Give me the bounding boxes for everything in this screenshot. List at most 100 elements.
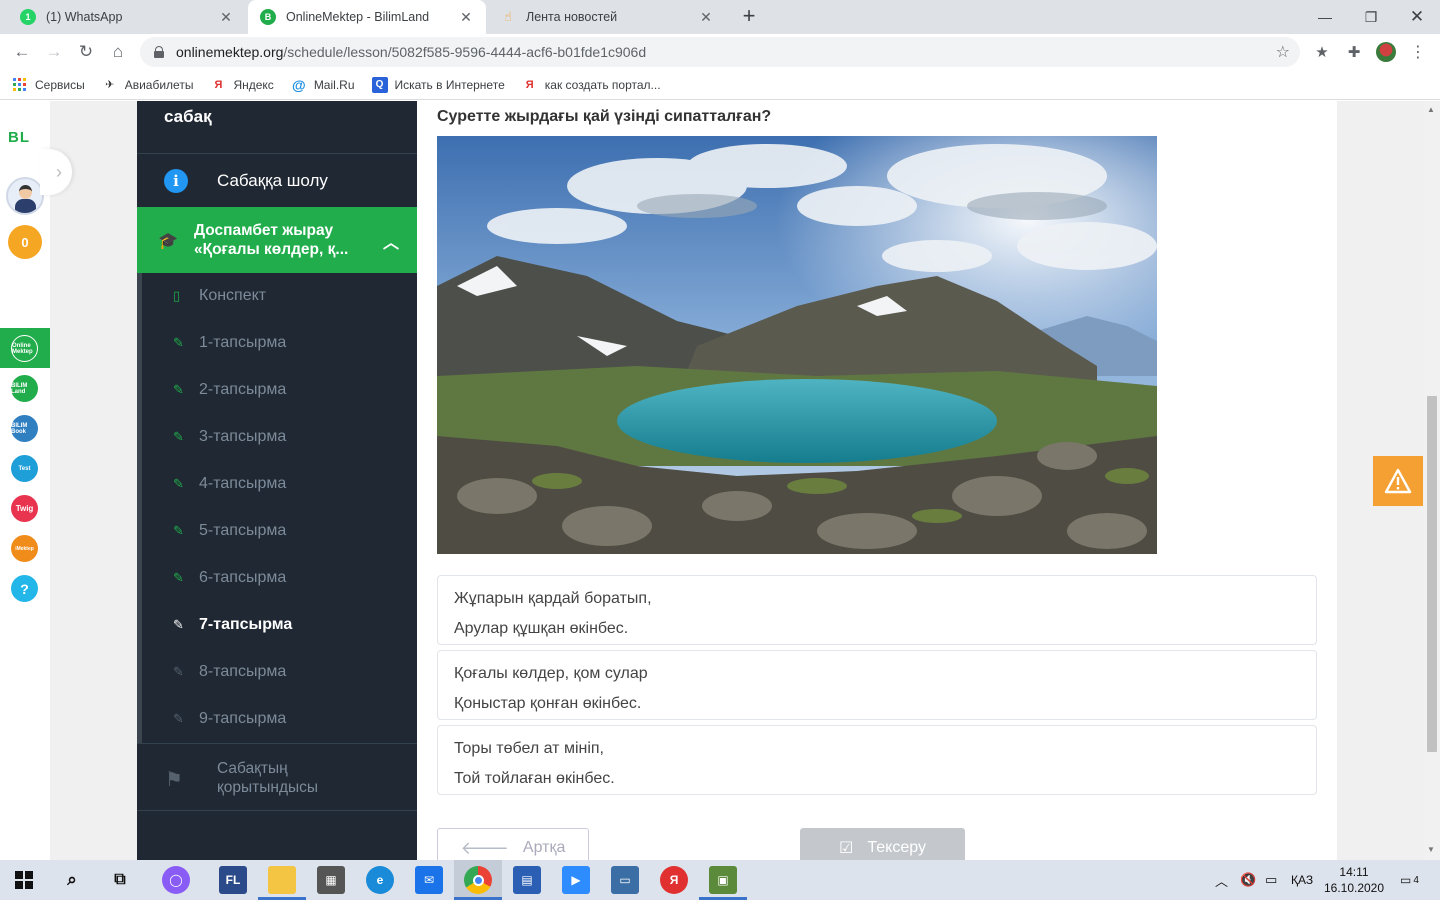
overview-label: Сабаққа шолу bbox=[217, 171, 328, 190]
lesson-item-task-4[interactable]: ✎ 4-тапсырма bbox=[173, 474, 286, 494]
reload-icon[interactable]: ↻ bbox=[74, 40, 98, 64]
lesson-topic-item[interactable]: 🎓 Доспамбет жырау «Қоғалы көлдер, қ... ︿ bbox=[142, 207, 417, 273]
chevron-up-icon[interactable]: ︿ bbox=[383, 229, 399, 253]
bookmark-services[interactable]: Сервисы bbox=[12, 77, 85, 93]
search-icon[interactable]: ⌕ bbox=[58, 866, 86, 894]
edit-icon: ✎ bbox=[173, 711, 184, 726]
progress-track bbox=[137, 273, 142, 743]
tab-close-icon[interactable]: ✕ bbox=[458, 9, 474, 26]
check-button[interactable]: ☑ Тексеру bbox=[800, 828, 965, 860]
mail-icon[interactable]: ✉ bbox=[415, 866, 443, 894]
bilimland-logo[interactable]: BL bbox=[8, 129, 30, 146]
edit-icon: ✎ bbox=[173, 570, 184, 585]
zoom-icon[interactable]: ▶ bbox=[562, 866, 590, 894]
store-icon[interactable]: ▦ bbox=[317, 866, 345, 894]
bookmark-label: как создать портал... bbox=[544, 77, 661, 92]
onlinemektep-app-icon[interactable]: Online Mektep bbox=[11, 335, 38, 362]
answer-option-1[interactable]: Жұпарын қардай боратып, Арулар құшқан өк… bbox=[437, 575, 1317, 645]
address-bar[interactable]: onlinemektep.org/schedule/lesson/5082f58… bbox=[140, 37, 1300, 67]
lesson-item-task-1[interactable]: ✎ 1-тапсырма bbox=[173, 333, 286, 353]
profile-avatar[interactable] bbox=[1376, 42, 1396, 62]
lesson-item-task-8[interactable]: ✎ 8-тапсырма bbox=[173, 662, 286, 682]
bookmark-portal[interactable]: Я как создать портал... bbox=[522, 77, 661, 93]
page-scrollbar[interactable]: ▲ ▼ bbox=[1424, 101, 1440, 860]
whatsapp-favicon-icon: 1 bbox=[20, 9, 36, 25]
menu-kebab-icon[interactable]: ⋮ bbox=[1408, 42, 1428, 62]
windows-start-icon[interactable] bbox=[10, 866, 38, 894]
task-view-icon[interactable]: ⧉ bbox=[106, 866, 134, 894]
yandex-icon: Я bbox=[214, 78, 223, 91]
system-clock[interactable]: 14:11 16.10.2020 bbox=[1320, 864, 1388, 896]
item-label: 3-тапсырма bbox=[199, 428, 287, 445]
speaker-muted-icon[interactable]: 🔇 bbox=[1240, 860, 1256, 900]
lesson-item-task-3[interactable]: ✎ 3-тапсырма bbox=[173, 427, 286, 447]
option-line: Жұпарын қардай боратып, bbox=[454, 590, 652, 607]
back-button[interactable]: 🡐 Артқа bbox=[437, 828, 589, 860]
tab-close-icon[interactable]: ✕ bbox=[698, 9, 714, 26]
chrome-icon[interactable] bbox=[464, 866, 492, 894]
lesson-item-task-2[interactable]: ✎ 2-тапсырма bbox=[173, 380, 286, 400]
item-label: 6-тапсырма bbox=[199, 569, 287, 586]
forward-arrow-icon[interactable]: → bbox=[42, 40, 66, 64]
bilimbook-app-icon[interactable]: BILIM Book bbox=[11, 415, 38, 442]
media-app-icon[interactable]: ▭ bbox=[611, 866, 639, 894]
windows-taskbar: ⌕ ⧉ ◯ FL ▦ e ✉ ▤ ▶ ▭ Я ▣ ︿ 🔇 ▭ ҚАЗ 14:11… bbox=[0, 860, 1440, 900]
coins-badge[interactable]: 0 bbox=[8, 225, 42, 259]
lesson-item-konspekt[interactable]: ▯ Конспект bbox=[173, 286, 266, 306]
home-icon[interactable]: ⌂ bbox=[106, 40, 130, 64]
imektep-app-icon[interactable]: iMektep bbox=[11, 535, 38, 562]
item-label: 5-тапсырма bbox=[199, 522, 287, 539]
report-problem-button[interactable] bbox=[1373, 456, 1423, 506]
tab-news-feed[interactable]: ☝ Лента новостей ✕ bbox=[488, 0, 726, 34]
input-language-indicator[interactable]: ҚАЗ bbox=[1291, 860, 1313, 900]
twig-app-icon[interactable]: Twig bbox=[11, 495, 38, 522]
restore-button[interactable]: ❐ bbox=[1348, 0, 1394, 34]
bookmark-star-icon[interactable]: ☆ bbox=[1276, 42, 1290, 62]
back-arrow-icon[interactable]: ← bbox=[10, 40, 34, 64]
lesson-item-task-6[interactable]: ✎ 6-тапсырма bbox=[173, 568, 286, 588]
bookmark-yandex[interactable]: Я Яндекс bbox=[210, 77, 274, 93]
answer-option-2[interactable]: Қоғалы көлдер, қом сулар Қоныстар қонған… bbox=[437, 650, 1317, 720]
bookmark-search[interactable]: Q Искать в Интернете bbox=[371, 76, 505, 93]
extension-icon[interactable]: ★ bbox=[1312, 42, 1332, 62]
close-window-button[interactable]: ✕ bbox=[1394, 0, 1440, 34]
lesson-item-task-7[interactable]: ✎ 7-тапсырма bbox=[173, 615, 292, 635]
lesson-item-task-9[interactable]: ✎ 9-тапсырма bbox=[173, 709, 286, 729]
lesson-overview-item[interactable]: i Сабаққа шолу bbox=[137, 153, 417, 207]
tab-onlinemektep[interactable]: B OnlineMektep - BilimLand ✕ bbox=[248, 0, 486, 34]
scroll-up-icon[interactable]: ▲ bbox=[1427, 105, 1435, 114]
tray-chevron-up-icon[interactable]: ︿ bbox=[1215, 860, 1228, 900]
answer-option-3[interactable]: Торы төбел ат мініп, Той тойлаған өкінбе… bbox=[437, 725, 1317, 795]
edit-icon: ✎ bbox=[173, 664, 184, 679]
edge-icon[interactable]: e bbox=[366, 866, 394, 894]
notifications-icon[interactable]: ▭ 4 bbox=[1400, 860, 1419, 900]
summary-label: Сабақтың қорытындысы bbox=[217, 760, 319, 796]
bilimland-app-icon[interactable]: BILIM Land bbox=[11, 375, 38, 402]
bookmark-mailru[interactable]: @ Mail.Ru bbox=[291, 77, 355, 93]
bookmark-label: Авиабилеты bbox=[124, 77, 194, 92]
minecraft-icon[interactable]: ▣ bbox=[709, 866, 737, 894]
yandex-browser-icon[interactable]: Я bbox=[660, 866, 688, 894]
help-icon[interactable]: ? bbox=[11, 575, 38, 602]
network-icon[interactable]: ▭ bbox=[1265, 860, 1277, 900]
alice-icon[interactable]: ◯ bbox=[162, 866, 190, 894]
bookmark-avia[interactable]: ✈ Авиабилеты bbox=[102, 77, 194, 93]
scrollbar-thumb[interactable] bbox=[1427, 396, 1437, 752]
test-app-icon[interactable]: Test bbox=[11, 455, 38, 482]
user-avatar[interactable] bbox=[6, 177, 44, 215]
puzzle-icon[interactable]: ✚ bbox=[1344, 42, 1364, 62]
lesson-item-task-5[interactable]: ✎ 5-тапсырма bbox=[173, 521, 286, 541]
scroll-down-icon[interactable]: ▼ bbox=[1427, 845, 1435, 854]
edit-icon: ✎ bbox=[173, 382, 184, 397]
new-tab-button[interactable]: + bbox=[738, 5, 760, 29]
lesson-summary-item[interactable]: ⚑ Сабақтың қорытындысы bbox=[137, 743, 417, 811]
tab-title: (1) WhatsApp bbox=[46, 10, 123, 24]
fl-studio-icon[interactable]: FL bbox=[219, 866, 247, 894]
tab-close-icon[interactable]: ✕ bbox=[218, 9, 234, 26]
chevron-right-icon[interactable]: › bbox=[40, 149, 72, 195]
file-explorer-icon[interactable] bbox=[268, 866, 296, 894]
check-label: Тексеру bbox=[867, 839, 926, 856]
word-icon[interactable]: ▤ bbox=[513, 866, 541, 894]
minimize-button[interactable]: — bbox=[1302, 0, 1348, 34]
tab-whatsapp[interactable]: 1 (1) WhatsApp ✕ bbox=[8, 0, 246, 34]
